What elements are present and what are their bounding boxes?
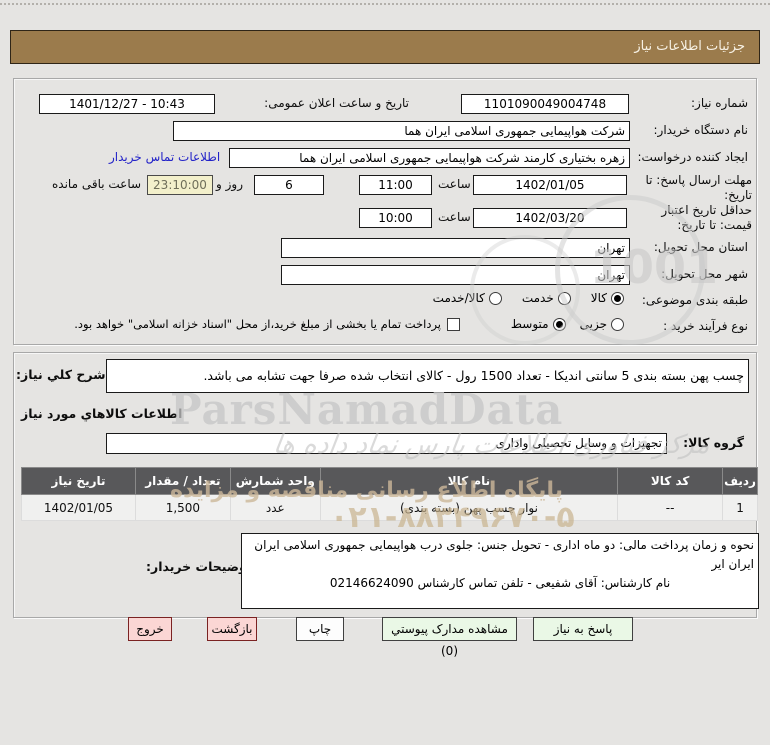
goods-group-field[interactable]: تجهیزات و وسایل تحصیلی واداری (106, 433, 667, 454)
need-number-label: شماره نیاز: (691, 96, 748, 110)
top-dotted-divider (0, 3, 770, 5)
radio-service-icon[interactable] (557, 291, 571, 305)
radio-option-goods-service[interactable]: کالا/خدمت (433, 291, 502, 305)
reply-deadline-time-field[interactable]: 11:00 (359, 175, 432, 195)
buyer-notes-label: توضیحات خریدار: (146, 559, 252, 574)
treasury-checkbox-row: پرداخت تمام یا بخشی از مبلغ خرید،از محل … (36, 317, 460, 331)
need-info-panel: شماره نیاز: 1101090049004748 تاریخ و ساع… (13, 78, 757, 345)
days-and-label: روز و (216, 177, 243, 191)
radio-goods-service-label: کالا/خدمت (432, 291, 485, 305)
radio-goods-label: کالا (590, 291, 607, 305)
delivery-city-label: شهر محل تحویل: (661, 267, 748, 281)
radio-goods-service-icon[interactable] (488, 291, 502, 305)
remaining-hours-label: ساعت باقی مانده (52, 177, 142, 191)
cell-need-date: 1402/01/05 (21, 494, 136, 521)
cell-item-name: نوار چسب پهن (بسته بندی) (319, 494, 619, 521)
back-button[interactable]: بازگشت (207, 617, 257, 641)
price-validity-date-field[interactable]: 1402/03/20 (473, 208, 627, 228)
radio-medium-label: متوسط (510, 317, 549, 331)
radio-service-label: خدمت (521, 291, 554, 305)
request-creator-field[interactable]: زهره بختیاری کارمند شرکت هواپیمایی جمهور… (229, 148, 630, 168)
radio-minor-icon[interactable] (611, 317, 624, 331)
buyer-notes-field[interactable]: نحوه و زمان پرداخت مالی: دو ماه اداری - … (241, 533, 759, 609)
buyer-org-field[interactable]: شرکت هواپیمایی جمهوری اسلامی ایران هما (173, 121, 630, 141)
reply-deadline-date-field[interactable]: 1402/01/05 (473, 175, 627, 195)
radio-minor-label: جزیی (579, 317, 607, 331)
goods-section-heading: اطلاعات کالاهاي مورد نیاز (21, 406, 183, 421)
request-creator-label: ایجاد کننده درخواست: (637, 150, 748, 164)
exit-button[interactable]: خروج (128, 617, 172, 641)
cell-quantity: 1,500 (134, 494, 231, 521)
col-unit: واحد شمارش (229, 467, 321, 495)
buyer-notes-line1: نحوه و زمان پرداخت مالی: دو ماه اداری - … (254, 538, 754, 571)
buyer-org-label: نام دستگاه خریدار: (653, 123, 749, 137)
col-quantity: تعداد / مقدار (134, 467, 231, 495)
remaining-hours-field: 23:10:00 (147, 175, 213, 195)
need-details-page: جزئیات اطلاعات نیاز شماره نیاز: 11010900… (0, 0, 770, 745)
process-type-radio-group: جزیی متوسط (511, 317, 624, 331)
goods-table-header-row: ردیف کد کالا نام کالا واحد شمارش تعداد /… (21, 467, 758, 495)
col-row-number: ردیف (722, 467, 758, 495)
need-desc-field[interactable]: چسب پهن بسته بندی 5 سانتی اندیکا - تعداد… (106, 359, 749, 393)
announce-datetime-label: تاریخ و ساعت اعلان عمومی: (264, 96, 409, 110)
price-validity-label: حداقل تاریخ اعتبار قیمت: تا تاریخ: (661, 203, 752, 232)
buyer-contact-link[interactable]: اطلاعات تماس خریدار (109, 150, 220, 164)
page-title-bar: جزئیات اطلاعات نیاز (10, 30, 760, 64)
cell-item-code: -- (617, 494, 724, 521)
reply-deadline-label: مهلت ارسال پاسخ: تا تاریخ: (645, 173, 752, 202)
remaining-days-field[interactable]: 6 (254, 175, 324, 195)
validity-hour-label: ساعت (438, 210, 471, 224)
radio-goods-icon[interactable] (611, 291, 624, 305)
reply-to-need-button[interactable]: پاسخ به نیاز (533, 617, 633, 641)
process-type-label: نوع فرآیند خرید : (663, 319, 748, 333)
price-validity-time-field[interactable]: 10:00 (359, 208, 432, 228)
goods-group-label: گروه کالا: (683, 435, 744, 450)
cell-unit: عدد (229, 494, 321, 521)
col-item-code: کد کالا (617, 467, 724, 495)
view-attachments-button[interactable]: مشاهده مدارک پیوستي (0) (382, 617, 517, 658)
radio-option-minor[interactable]: جزیی (580, 317, 624, 331)
goods-table: ردیف کد کالا نام کالا واحد شمارش تعداد /… (21, 467, 758, 521)
goods-info-panel: شرح کلي نیاز: چسب پهن بسته بندی 5 سانتی … (13, 352, 759, 618)
need-number-field[interactable]: 1101090049004748 (461, 94, 629, 114)
page-title: جزئیات اطلاعات نیاز (634, 39, 745, 54)
deadline-hour-label: ساعت (438, 177, 471, 191)
need-desc-label: شرح کلي نیاز: (16, 367, 106, 382)
delivery-city-field[interactable]: تهران (281, 265, 630, 285)
radio-option-goods[interactable]: کالا (591, 291, 624, 305)
radio-medium-icon[interactable] (552, 317, 566, 331)
print-button[interactable]: چاپ (296, 617, 344, 641)
col-item-name: نام کالا (319, 467, 619, 495)
buyer-notes-line2: نام کارشناس: آقای شفیعی - تلفن تماس کارش… (329, 576, 671, 590)
announce-datetime-field[interactable]: 1401/12/27 - 10:43 (39, 94, 215, 114)
treasury-checkbox-label: پرداخت تمام یا بخشی از مبلغ خرید،از محل … (74, 317, 441, 331)
cell-row-number: 1 (722, 494, 758, 521)
radio-option-medium[interactable]: متوسط (511, 317, 566, 331)
table-row: 1 -- نوار چسب پهن (بسته بندی) عدد 1,500 … (21, 494, 758, 521)
delivery-province-field[interactable]: تهران (281, 238, 630, 258)
classification-radio-group: کالا خدمت کالا/خدمت (433, 291, 624, 305)
radio-option-service[interactable]: خدمت (522, 291, 571, 305)
delivery-province-label: استان محل تحویل: (653, 240, 748, 254)
treasury-checkbox[interactable] (447, 317, 460, 331)
col-need-date: تاریخ نیاز (21, 467, 136, 495)
classification-label: طبقه بندی موضوعی: (641, 293, 748, 307)
